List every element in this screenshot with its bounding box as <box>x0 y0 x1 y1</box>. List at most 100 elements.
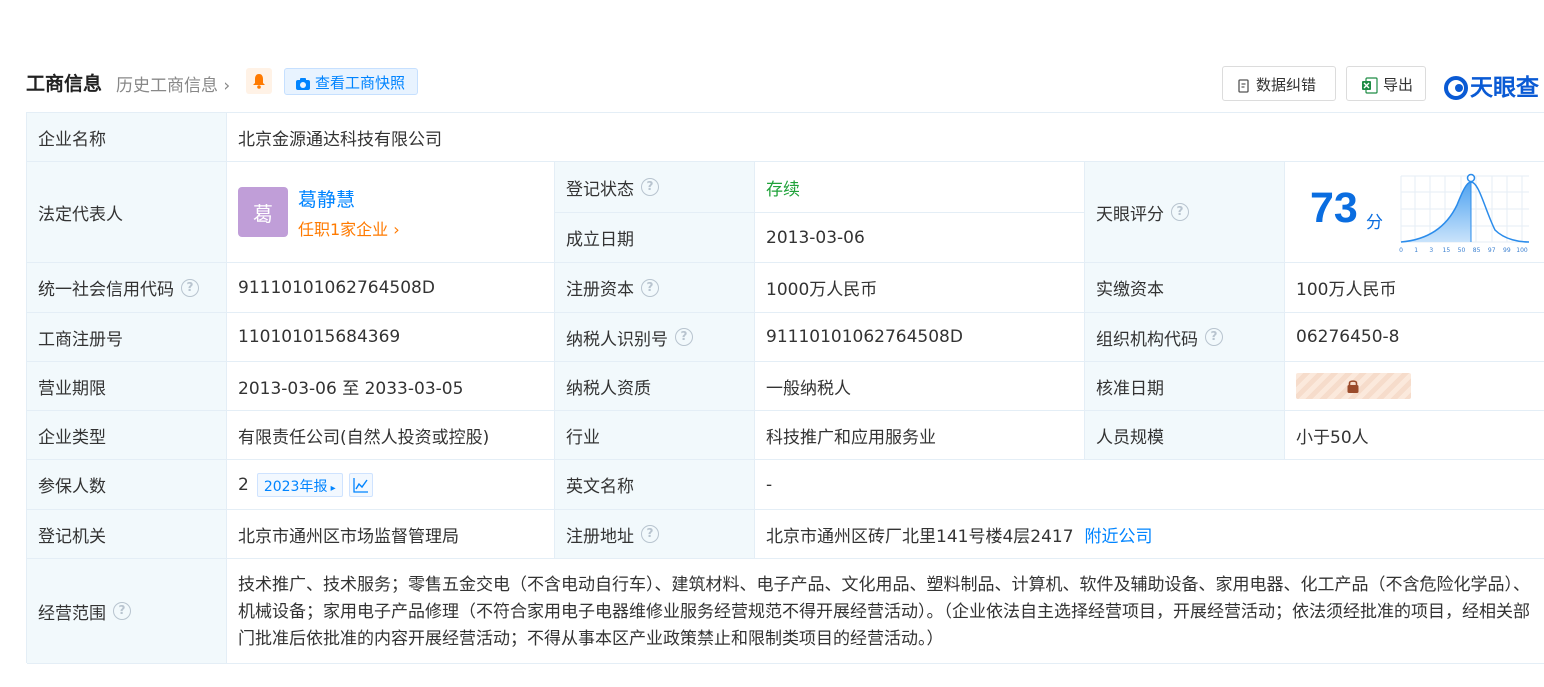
trend-chart-icon <box>353 477 368 493</box>
chevron-right-icon: › <box>218 76 231 96</box>
locked-value-button[interactable] <box>1296 373 1411 399</box>
label-industry: 行业 <box>555 411 755 460</box>
label-text: 英文名称 <box>566 477 634 497</box>
company-name-text: 北京金源通达科技有限公司 <box>238 129 442 150</box>
reg-authority-text: 北京市通州区市场监督管理局 <box>238 526 459 547</box>
score-tick-label: 97 <box>1488 247 1496 254</box>
camera-icon <box>296 78 310 90</box>
trend-chart-button[interactable] <box>348 472 373 497</box>
annual-report-year-button[interactable]: 2023年报 ▸ <box>256 472 343 497</box>
business-scope-text: 技术推广、技术服务；零售五金交电（不含电动自行车）、建筑材料、电子产品、文化用品… <box>238 574 1530 649</box>
reg-number-text: 110101015684369 <box>238 327 401 347</box>
help-icon[interactable]: ? <box>1171 203 1189 221</box>
label-text: 工商注册号 <box>38 329 123 350</box>
value-legal-rep: 葛 葛静慧 任职1家企业 › <box>227 162 555 263</box>
label-text: 纳税人资质 <box>566 378 651 399</box>
label-text: 登记状态 <box>566 179 634 200</box>
help-icon[interactable]: ? <box>181 278 199 297</box>
lock-icon <box>1347 380 1359 393</box>
value-reg-address: 北京市通州区砖厂北里141号楼4层2417 附近公司 <box>755 510 1544 559</box>
label-text: 成立日期 <box>566 230 634 250</box>
help-icon[interactable]: ? <box>641 178 659 196</box>
label-business-scope: 经营范围? <box>27 559 227 664</box>
help-icon[interactable]: ? <box>113 602 131 620</box>
snapshot-button[interactable]: 查看工商快照 <box>284 68 418 95</box>
label-taxpayer-type: 纳税人资质 <box>555 362 755 411</box>
score-tick-label: 100 <box>1516 247 1528 254</box>
chevron-right-icon: › <box>388 219 400 239</box>
label-text: 参保人数 <box>38 477 106 497</box>
label-text: 纳税人识别号 <box>566 329 668 350</box>
business-info-table: 企业名称 北京金源通达科技有限公司 法定代表人 葛 葛静慧 任职1家企业 › 登… <box>26 112 1544 664</box>
credit-code-text: 91110101062764508D <box>238 277 435 298</box>
label-reg-capital: 注册资本? <box>555 263 755 313</box>
english-name-text: - <box>766 474 773 495</box>
edit-doc-icon <box>1238 79 1249 93</box>
legal-rep-companies-link[interactable]: 任职1家企业 › <box>298 216 400 240</box>
label-english-name: 英文名称 <box>555 460 755 510</box>
help-icon[interactable]: ? <box>675 328 693 346</box>
value-approve-date <box>1285 362 1544 411</box>
caret-right-icon: ▸ <box>327 482 336 494</box>
label-taxpayer-id: 纳税人识别号? <box>555 313 755 362</box>
label-text: 企业类型 <box>38 427 106 448</box>
legal-rep-name-link[interactable]: 葛静慧 <box>298 185 400 212</box>
score-distribution-chart: 0 1 3 15 50 85 97 99 100 <box>1399 173 1530 254</box>
export-label: 导出 <box>1383 76 1414 94</box>
score-tick-label: 1 <box>1414 247 1418 254</box>
label-reg-number: 工商注册号 <box>27 313 227 362</box>
legal-rep-info: 葛静慧 任职1家企业 › <box>298 185 400 240</box>
annual-report-year-text: 2023年报 <box>263 478 328 495</box>
reg-address-text: 北京市通州区砖厂北里141号楼4层2417 <box>766 526 1074 547</box>
label-text: 行业 <box>566 427 600 448</box>
value-term: 2013-03-06 至 2033-03-05 <box>227 362 555 411</box>
term-text: 2013-03-06 至 2033-03-05 <box>238 378 464 399</box>
paid-capital-text: 100万人民币 <box>1296 280 1397 300</box>
value-company-type: 有限责任公司(自然人投资或控股) <box>227 411 555 460</box>
score-tick-label: 15 <box>1443 247 1451 254</box>
label-staff-size: 人员规模 <box>1085 411 1285 460</box>
label-reg-authority: 登记机关 <box>27 510 227 559</box>
value-reg-authority: 北京市通州区市场监督管理局 <box>227 510 555 559</box>
help-icon[interactable]: ? <box>1205 328 1223 346</box>
bell-icon <box>253 74 265 89</box>
org-code-text: 06276450-8 <box>1296 327 1400 347</box>
legal-rep-companies-text: 任职1家企业 <box>298 219 389 239</box>
label-text: 注册资本 <box>566 280 634 300</box>
score-tick-label: 50 <box>1458 247 1466 254</box>
export-button[interactable]: 导出 <box>1346 66 1426 101</box>
value-reg-status: 存续 <box>755 162 1085 213</box>
label-text: 营业期限 <box>38 378 106 399</box>
value-credit-code: 91110101062764508D <box>227 263 555 313</box>
history-link[interactable]: 历史工商信息 › <box>116 71 230 96</box>
value-reg-number: 110101015684369 <box>227 313 555 362</box>
data-correction-button[interactable]: 数据纠错 <box>1222 66 1336 101</box>
label-text: 经营范围 <box>38 603 106 624</box>
label-insured: 参保人数 <box>27 460 227 510</box>
label-text: 实缴资本 <box>1096 280 1164 300</box>
logo-icon <box>1444 76 1468 100</box>
help-icon[interactable]: ? <box>641 525 659 543</box>
score-widget: 73 分 0 1 3 15 50 85 97 99 100 <box>1285 162 1544 263</box>
help-icon[interactable]: ? <box>641 278 659 297</box>
label-text: 登记机关 <box>38 526 106 547</box>
label-legal-rep: 法定代表人 <box>27 162 227 263</box>
status-badge: 存续 <box>766 179 800 200</box>
label-text: 天眼评分 <box>1096 204 1164 225</box>
score-tick-label: 0 <box>1399 247 1403 254</box>
insured-count: 2 <box>238 474 249 495</box>
label-text: 人员规模 <box>1096 427 1164 448</box>
label-paid-capital: 实缴资本 <box>1085 263 1285 313</box>
bell-button[interactable] <box>246 68 272 94</box>
label-company-name: 企业名称 <box>27 113 227 162</box>
value-company-name: 北京金源通达科技有限公司 <box>227 113 1544 162</box>
label-credit-code: 统一社会信用代码? <box>27 263 227 313</box>
label-text: 统一社会信用代码 <box>38 280 174 300</box>
section-title: 工商信息 <box>26 73 103 95</box>
avatar[interactable]: 葛 <box>238 187 288 237</box>
score-tick-label: 85 <box>1473 247 1481 254</box>
nearby-companies-link[interactable]: 附近公司 <box>1085 522 1153 547</box>
label-approve-date: 核准日期 <box>1085 362 1285 411</box>
value-tianyan-score[interactable]: 73 分 0 1 3 15 50 85 97 99 100 <box>1285 162 1544 263</box>
staff-size-text: 小于50人 <box>1296 427 1369 448</box>
